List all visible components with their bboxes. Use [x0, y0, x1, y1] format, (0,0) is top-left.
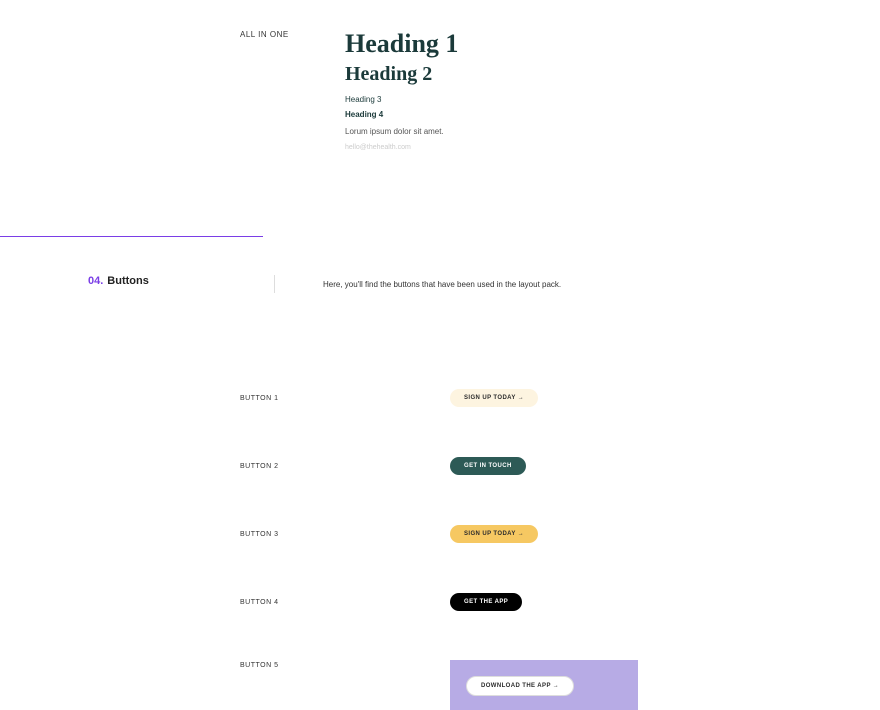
button-row-5: BUTTON 5 DOWNLOAD THE APP → — [240, 660, 640, 710]
section-divider — [0, 236, 263, 237]
heading-3: Heading 3 — [345, 95, 880, 104]
vertical-separator — [274, 275, 275, 293]
heading-4: Heading 4 — [345, 110, 880, 119]
sample-link[interactable]: hello@thehealth.com — [345, 144, 880, 151]
button-3-label: BUTTON 3 — [240, 531, 450, 538]
get-app-button[interactable]: GET THE APP — [450, 593, 522, 611]
section-description: Here, you'll find the buttons that have … — [323, 280, 561, 289]
get-in-touch-button[interactable]: GET IN TOUCH — [450, 457, 526, 475]
body-text: Lorum ipsum dolor sit amet. — [345, 127, 880, 136]
heading-1: Heading 1 — [345, 30, 880, 59]
button-5-label: BUTTON 5 — [240, 660, 450, 669]
section-number: 04. — [88, 275, 103, 287]
signup-button-yellow[interactable]: SIGN UP TODAY → — [450, 525, 538, 543]
button-examples: BUTTON 1 SIGN UP TODAY → BUTTON 2 GET IN… — [240, 388, 640, 710]
button-row-1: BUTTON 1 SIGN UP TODAY → — [240, 388, 640, 408]
button-row-4: BUTTON 4 GET THE APP — [240, 592, 640, 612]
typography-label: ALL IN ONE — [240, 30, 345, 151]
headings-column: Heading 1 Heading 2 Heading 3 Heading 4 … — [345, 30, 880, 151]
button-row-3: BUTTON 3 SIGN UP TODAY → — [240, 524, 640, 544]
section-header: 04. Buttons — [88, 275, 149, 287]
button-4-label: BUTTON 4 — [240, 599, 450, 606]
button-5-banner: DOWNLOAD THE APP → — [450, 660, 638, 710]
signup-button-light[interactable]: SIGN UP TODAY → — [450, 389, 538, 407]
heading-2: Heading 2 — [345, 63, 880, 85]
section-title: Buttons — [107, 275, 149, 287]
download-app-button[interactable]: DOWNLOAD THE APP → — [466, 676, 574, 696]
button-1-label: BUTTON 1 — [240, 395, 450, 402]
typography-section: ALL IN ONE Heading 1 Heading 2 Heading 3… — [0, 0, 880, 151]
button-row-2: BUTTON 2 GET IN TOUCH — [240, 456, 640, 476]
button-2-label: BUTTON 2 — [240, 463, 450, 470]
